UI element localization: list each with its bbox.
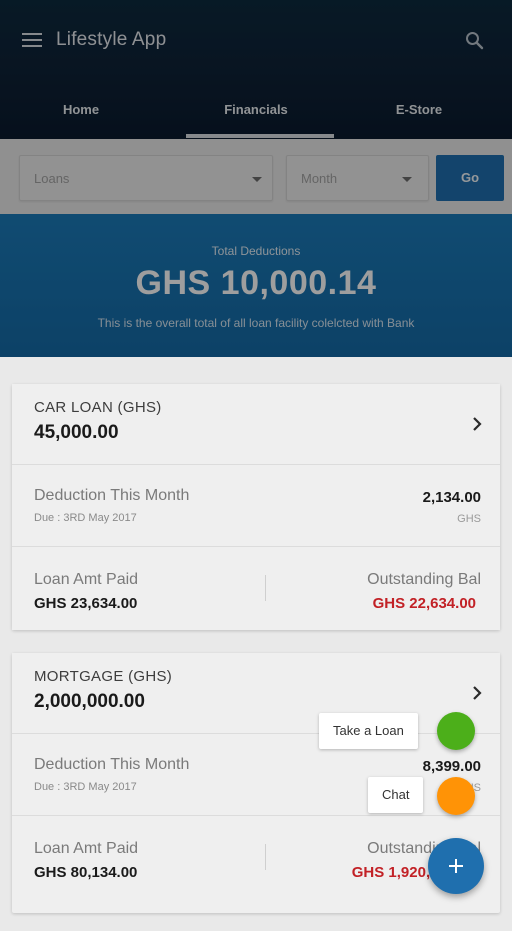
loan-type-select[interactable]: Loans [19,155,273,201]
loan-name: MORTGAGE (GHS) [34,668,173,685]
tab-e-store[interactable]: E-Store [338,88,500,139]
plus-icon-vertical [455,859,457,873]
outstanding-value: GHS 22,634.00 [372,595,476,612]
total-deductions-label: Total Deductions [211,244,301,258]
month-select[interactable]: Month [286,155,429,201]
deduction-row: Deduction This Month Due : 3RD May 2017 … [12,734,500,816]
total-deductions-description: This is the overall total of all loan fa… [97,316,415,330]
balance-row: Loan Amt Paid GHS 23,634.00 Outstanding … [12,547,500,630]
total-deductions-amount: GHS 10,000.14 [135,264,377,302]
take-loan-button[interactable] [437,712,475,750]
loan-card-header[interactable]: CAR LOAN (GHS) 45,000.00 [12,384,500,465]
active-tab-indicator [186,134,334,138]
due-date: Due : 3RD May 2017 [34,512,137,524]
take-loan-label[interactable]: Take a Loan [319,713,418,749]
tab-home[interactable]: Home [0,88,162,139]
deduction-value: 8,399.00 [422,758,481,775]
chevron-right-icon [473,686,482,700]
loan-card-car-loan: CAR LOAN (GHS) 45,000.00 Deduction This … [12,384,500,630]
paid-value: GHS 23,634.00 [34,595,138,612]
loan-type-select-value: Loans [34,171,70,186]
due-date: Due : 3RD May 2017 [34,781,137,793]
loan-name: CAR LOAN (GHS) [34,399,162,416]
outstanding-label: Outstanding Bal [367,571,481,588]
chat-label[interactable]: Chat [368,777,424,813]
balance-row: Loan Amt Paid GHS 80,134.00 Outstanding … [12,816,500,899]
paid-label: Loan Amt Paid [34,571,139,588]
month-select-value: Month [301,171,338,186]
deduction-currency: GHS [457,513,481,525]
loan-card-header[interactable]: MORTGAGE (GHS) 2,000,000.00 [12,653,500,734]
deduction-row: Deduction This Month Due : 3RD May 2017 … [12,465,500,547]
chevron-right-icon [473,417,482,431]
deduction-label: Deduction This Month [34,756,190,773]
deduction-label: Deduction This Month [34,487,190,504]
loan-card-mortgage: MORTGAGE (GHS) 2,000,000.00 Deduction Th… [12,653,500,913]
loan-amount: 45,000.00 [34,422,119,443]
paid-value: GHS 80,134.00 [34,864,138,881]
divider [265,844,266,870]
tab-financials[interactable]: Financials [175,88,337,139]
tab-bar: Home Financials E-Store [0,88,512,139]
toolbar: Lifestyle App [0,0,512,80]
divider [265,575,266,601]
total-deductions-banner: Total Deductions GHS 10,000.14 This is t… [0,214,512,357]
filter-bar: Loans Month Go [0,139,512,214]
search-icon[interactable] [464,30,486,52]
app-bar: Lifestyle App Home Financials E-Store [0,0,512,139]
go-button[interactable]: Go [436,155,504,201]
deduction-value: 2,134.00 [422,489,481,506]
app-title: Lifestyle App [56,29,167,50]
paid-label: Loan Amt Paid [34,840,139,857]
caret-down-icon [402,177,412,182]
loan-amount: 2,000,000.00 [34,691,145,712]
add-fab-button[interactable] [428,838,484,894]
caret-down-icon [252,177,262,182]
menu-icon[interactable] [22,33,42,47]
chat-button[interactable] [437,777,475,815]
